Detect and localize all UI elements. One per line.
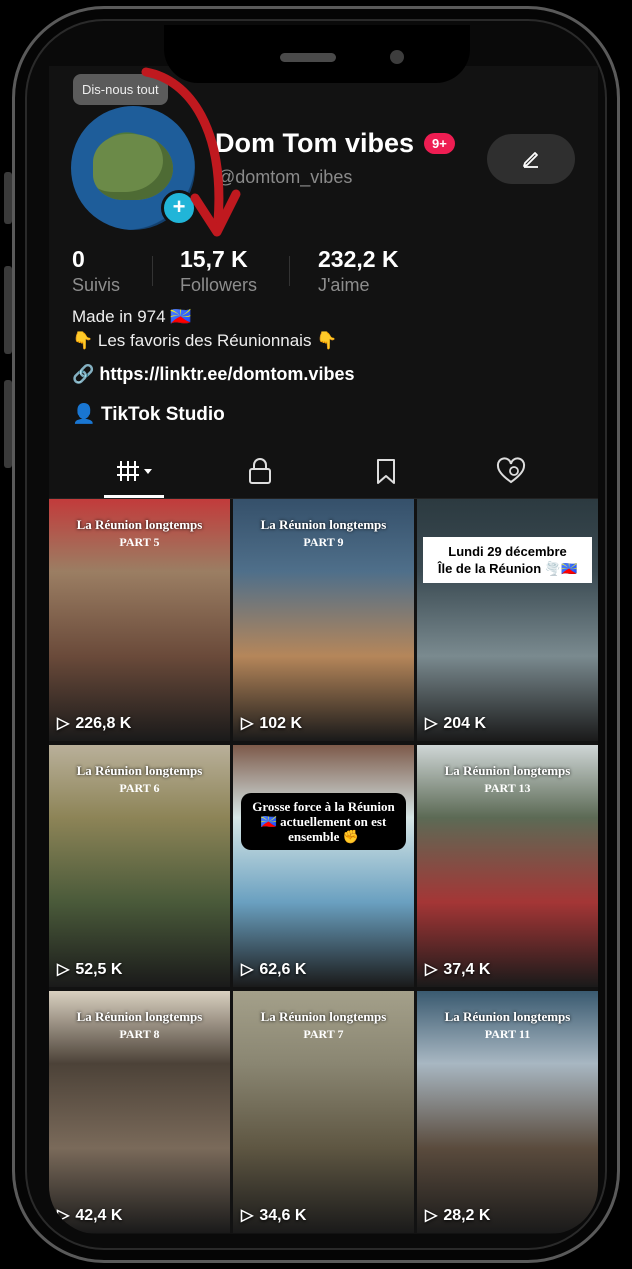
annotation-arrow xyxy=(141,67,241,237)
